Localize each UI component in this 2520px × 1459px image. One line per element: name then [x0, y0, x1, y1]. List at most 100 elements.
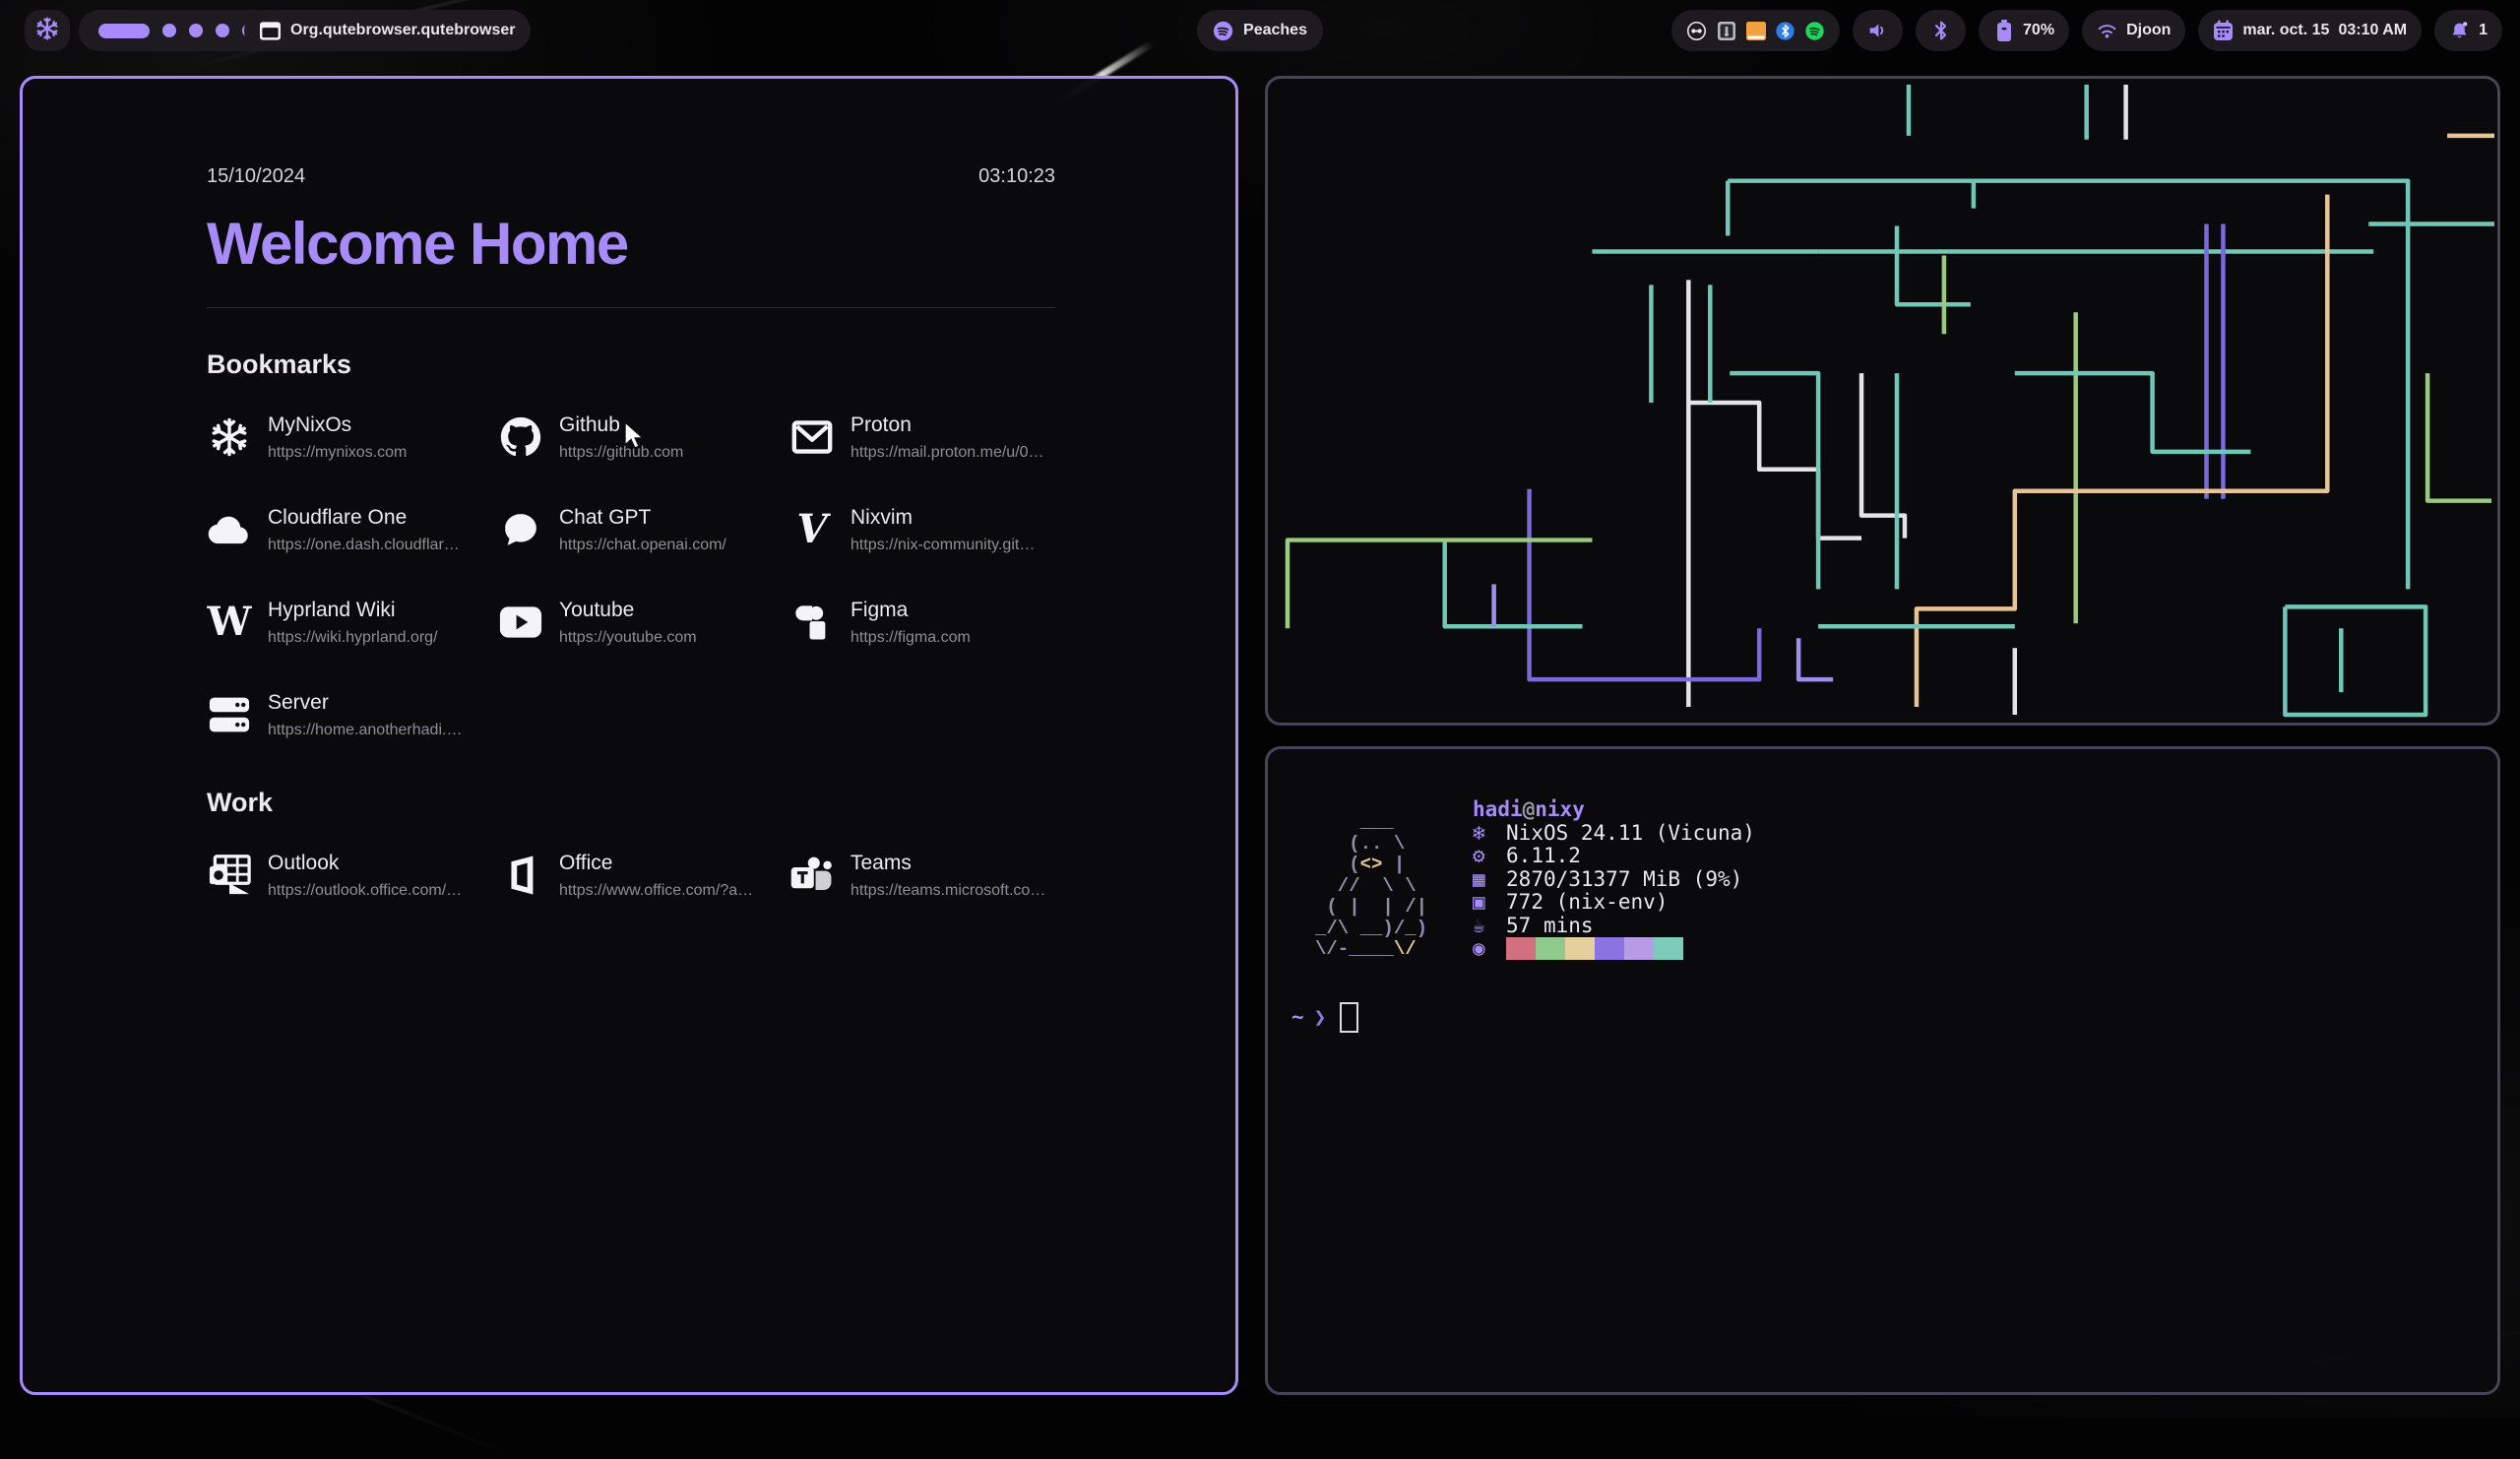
- battery-pill[interactable]: 70%: [1979, 10, 2069, 51]
- bookmark-office[interactable]: Officehttps://www.office.com/?a…: [498, 844, 789, 907]
- bookmark-nixvim[interactable]: V Nixvim https://nix-community.git…: [789, 498, 1081, 561]
- bookmark-title: MyNixOs: [268, 412, 407, 438]
- time-label: 03:10 AM: [2338, 22, 2407, 39]
- server-icon: [207, 692, 252, 737]
- vim-icon: V: [789, 507, 835, 552]
- bookmark-title: Nixvim: [850, 505, 1035, 531]
- bookmark-title: Outlook: [268, 851, 462, 876]
- bookmark-proton[interactable]: Protonhttps://mail.proton.me/u/0…: [789, 406, 1081, 469]
- clock-pill[interactable]: mar. oct. 15 03:10 AM: [2198, 10, 2422, 51]
- network-ssid: Djoon: [2126, 22, 2171, 39]
- terminal-window[interactable]: ___ (.. \ (<> | // \ \ ( | | /| _/\ __)/…: [1265, 746, 2500, 1395]
- bookmark-url: https://mynixos.com: [268, 444, 407, 462]
- nix-snowflake-icon: [34, 16, 60, 46]
- fastfetch-icon: ▣: [1473, 891, 1506, 915]
- bookmark-url: https://www.office.com/?a…: [559, 882, 753, 900]
- bookmark-server[interactable]: Serverhttps://home.anotherhadi.…: [207, 683, 498, 746]
- bookmark-url: https://teams.microsoft.co…: [850, 882, 1045, 900]
- bookmark-url: https://figma.com: [850, 629, 971, 647]
- volume-button[interactable]: [1853, 10, 1903, 51]
- bookmark-sections: Bookmarks MyNixOs https://mynixos.com Githu…: [207, 349, 1055, 907]
- divider: [207, 307, 1055, 308]
- bookmark-hyprland-wiki[interactable]: WHyprland Wikihttps://wiki.hyprland.org/: [207, 591, 498, 654]
- cloud-icon: [207, 507, 252, 552]
- terminal-user: hadi: [1473, 798, 1523, 822]
- bluetooth-button[interactable]: [1916, 10, 1966, 51]
- bookmark-title: Server: [268, 690, 462, 716]
- bookmark-github[interactable]: Githubhttps://github.com: [498, 406, 789, 469]
- outlook-icon: [207, 853, 252, 898]
- battery-icon: [1993, 21, 2014, 41]
- network-pill[interactable]: Djoon: [2082, 10, 2185, 51]
- section-heading-bookmarks: Bookmarks: [207, 349, 1055, 380]
- workspace-1-active[interactable]: [98, 24, 150, 38]
- bookmark-figma[interactable]: Figma https://figma.com: [789, 591, 1081, 654]
- bookmark-url: https://one.dash.cloudflar…: [268, 537, 460, 554]
- startpage-date: 15/10/2024: [207, 165, 305, 188]
- battery-percent: 70%: [2023, 22, 2054, 39]
- bookmark-url: https://wiki.hyprland.org/: [268, 629, 438, 647]
- media-player-pill[interactable]: Peaches: [1197, 10, 1323, 51]
- bookmark-title: Figma: [850, 598, 971, 623]
- fastfetch-line-1: ⚙6.11.2: [1473, 845, 1755, 868]
- fastfetch-icon: ☕: [1473, 915, 1506, 938]
- bookmark-teams[interactable]: Teamshttps://teams.microsoft.co…: [789, 844, 1081, 907]
- bookmark-title: Youtube: [559, 598, 697, 623]
- fastfetch-line-2: ▦2870/31377 MiB (9%): [1473, 868, 1755, 892]
- tray-spotify-icon[interactable]: [1804, 21, 1825, 41]
- nix-icon: [207, 414, 252, 460]
- bookmark-mynixos[interactable]: MyNixOs https://mynixos.com: [207, 406, 498, 469]
- terminal-host: nixy: [1535, 798, 1585, 822]
- system-tray[interactable]: [1671, 10, 1840, 51]
- prompt-path: ~: [1292, 1005, 1304, 1029]
- notifications-pill[interactable]: 1: [2434, 10, 2502, 51]
- wifi-icon: [2097, 21, 2117, 41]
- bookmark-chat-gpt[interactable]: Chat GPT https://chat.openai.com/: [498, 498, 789, 561]
- workspace-4[interactable]: [216, 24, 229, 37]
- bookmark-url: https://nix-community.git…: [850, 537, 1035, 554]
- notification-count: 1: [2479, 22, 2488, 39]
- shell-prompt[interactable]: ~ ❯: [1292, 1002, 2474, 1033]
- page-title: Welcome Home: [207, 210, 1055, 278]
- youtube-icon: [498, 600, 543, 645]
- startpage-clock: 03:10:23: [978, 165, 1055, 188]
- ascii-art-tux: ___ (.. \ (<> | // \ \ ( | | /| _/\ __)/…: [1315, 812, 1427, 961]
- office-icon: [498, 853, 543, 898]
- window-icon: [260, 21, 281, 41]
- bookmark-url: https://chat.openai.com/: [559, 537, 726, 554]
- bookmark-url: https://mail.proton.me/u/0…: [850, 444, 1044, 462]
- bookmark-cloudflare-one[interactable]: Cloudflare One https://one.dash.cloudflar…: [207, 498, 498, 561]
- app-launcher-button[interactable]: [25, 10, 70, 51]
- fastfetch-line-4: ☕57 mins: [1473, 915, 1755, 938]
- bookmark-title: Hyprland Wiki: [268, 598, 438, 623]
- figma-icon: [789, 600, 835, 645]
- fastfetch-line-0: ❄NixOS 24.11 (Vicuna): [1473, 822, 1755, 846]
- fastfetch-icon: ▦: [1473, 868, 1506, 892]
- bookmark-title: Chat GPT: [559, 505, 726, 531]
- fastfetch-icon: ⚙: [1473, 845, 1506, 868]
- palette-swatch: [1624, 937, 1654, 960]
- calendar-icon: [2213, 21, 2234, 41]
- bookmark-url: https://github.com: [559, 444, 683, 462]
- palette-swatch: [1536, 937, 1565, 960]
- palette-swatch: [1595, 937, 1624, 960]
- bell-icon: [2449, 21, 2470, 41]
- section-heading-work: Work: [207, 788, 1055, 818]
- tray-bluetooth-icon[interactable]: [1775, 21, 1796, 41]
- workspace-2[interactable]: [162, 24, 176, 37]
- fastfetch-value: NixOS 24.11 (Vicuna): [1506, 822, 1755, 846]
- workspace-3[interactable]: [189, 24, 203, 37]
- mail-icon: [789, 414, 835, 460]
- github-icon: [498, 414, 543, 460]
- bookmark-youtube[interactable]: Youtubehttps://youtube.com: [498, 591, 789, 654]
- tray-keepass-icon[interactable]: [1716, 21, 1736, 41]
- bookmark-outlook[interactable]: Outlookhttps://outlook.office.com/…: [207, 844, 498, 907]
- fastfetch-value: 2870/31377 MiB (9%): [1506, 868, 1742, 892]
- chat-icon: [498, 507, 543, 552]
- fastfetch-value: 57 mins: [1506, 915, 1594, 938]
- tray-goggles-icon[interactable]: [1686, 21, 1707, 41]
- palette-swatch: [1654, 937, 1683, 960]
- bookmark-title: Cloudflare One: [268, 505, 460, 531]
- tray-orange-app-icon[interactable]: [1745, 21, 1766, 41]
- active-window-pill[interactable]: Org.qutebrowser.qutebrowser: [244, 10, 531, 51]
